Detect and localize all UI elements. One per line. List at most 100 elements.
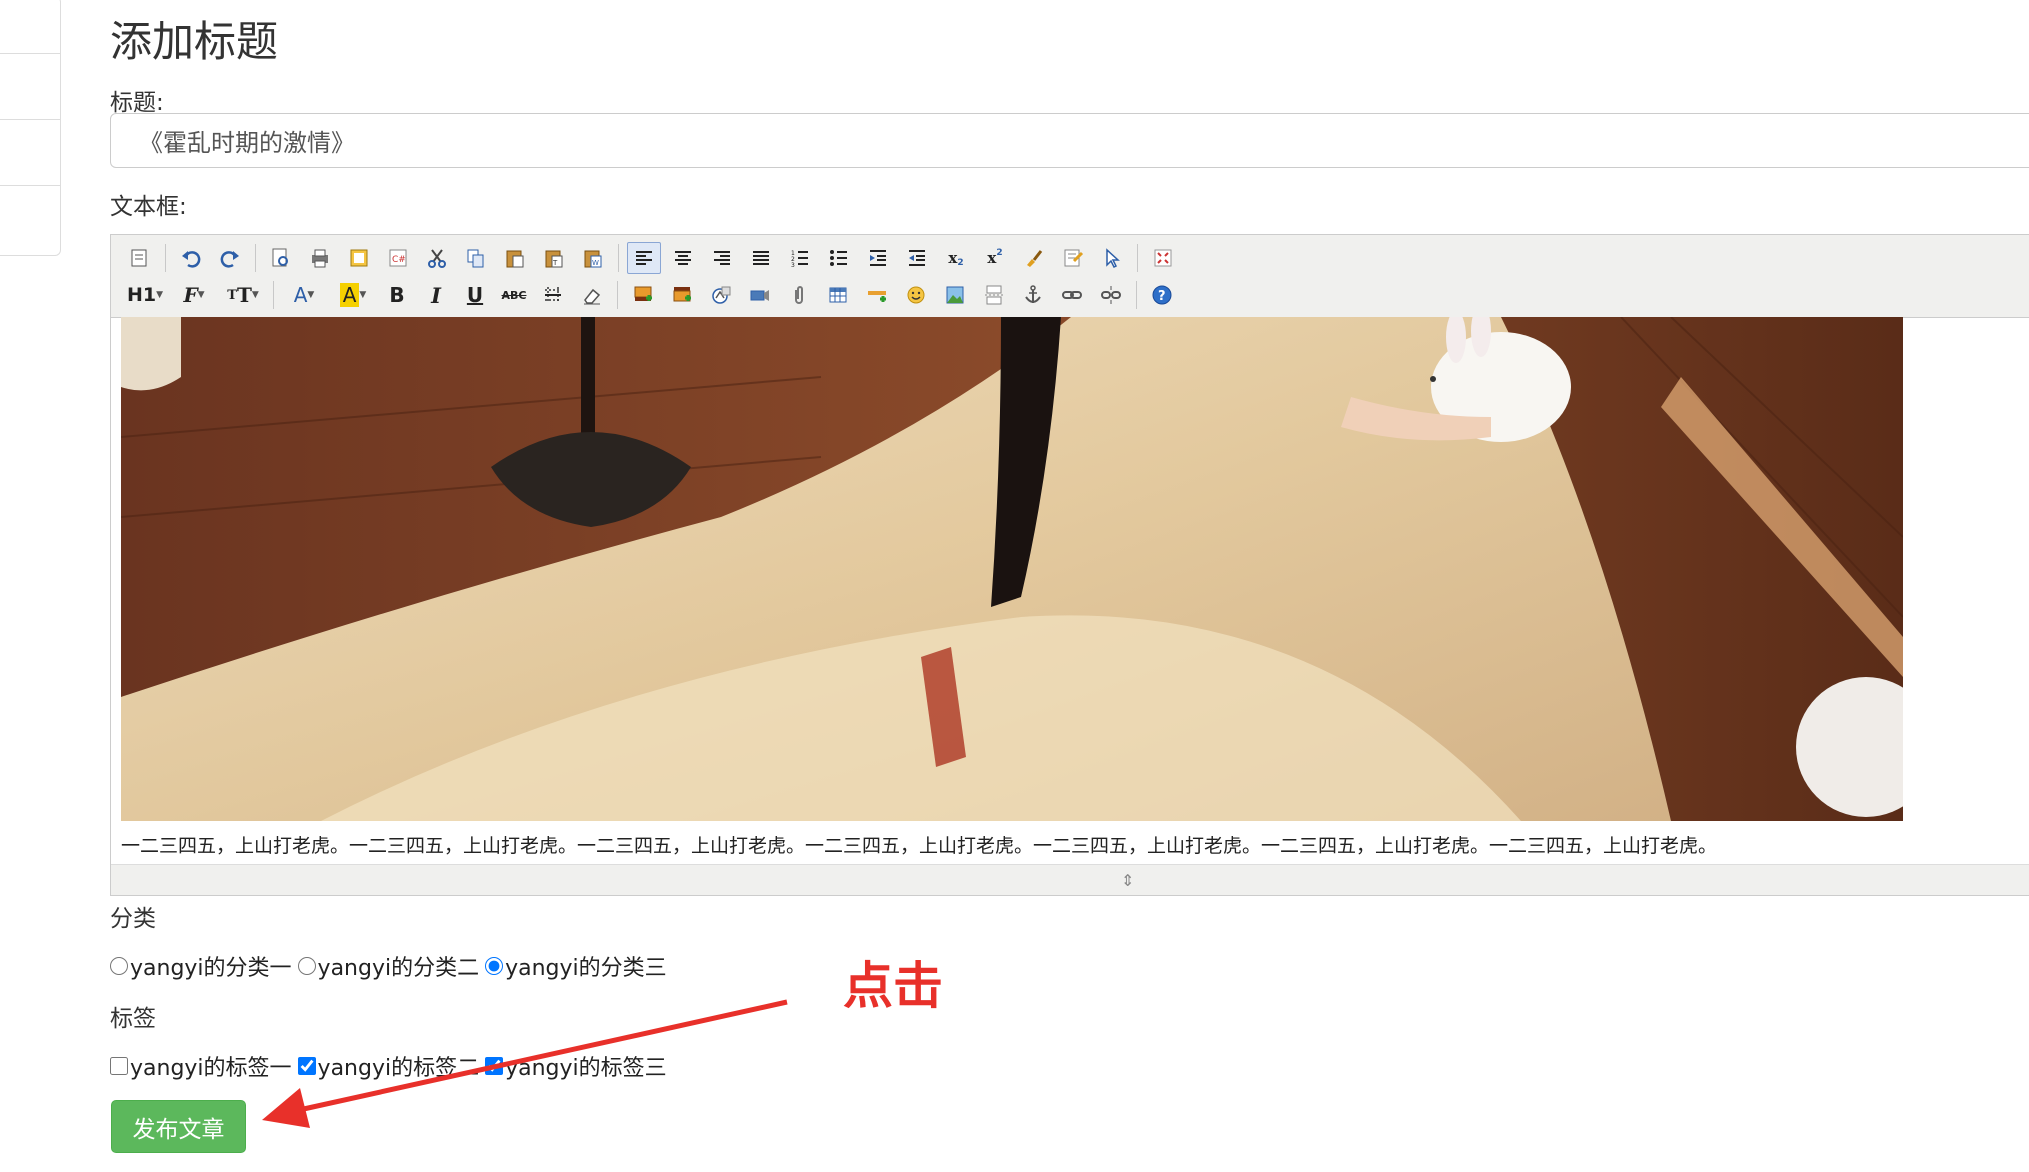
align-left-icon[interactable]	[627, 242, 661, 274]
toolbar-separator	[618, 244, 619, 272]
editor-label: 文本框:	[110, 194, 187, 220]
tag-option-1[interactable]: yangyi的标签一	[110, 1050, 292, 1082]
rich-text-editor[interactable]: C# T W 123 x2 x2 H1 ▼ F ▼ T T ▼ A ▼ A ▼ …	[110, 234, 2029, 896]
insert-image-icon[interactable]	[704, 279, 738, 311]
category-option-label: yangyi的分类一	[130, 956, 292, 981]
italic-icon[interactable]: I	[419, 279, 453, 311]
insert-video-icon[interactable]	[743, 279, 777, 311]
highlight-color-label: A	[339, 283, 360, 307]
auto-format-icon[interactable]	[1056, 242, 1090, 274]
title-input[interactable]	[110, 113, 2029, 168]
page-break-icon[interactable]	[977, 279, 1011, 311]
insert-table-icon[interactable]	[821, 279, 855, 311]
sidebar-divider	[0, 185, 60, 186]
publish-button[interactable]: 发布文章	[111, 1100, 246, 1153]
title-label: 标题:	[110, 90, 164, 116]
category-option-3[interactable]: yangyi的分类三	[485, 950, 667, 982]
svg-text:?: ?	[1158, 289, 1166, 304]
fullscreen-icon[interactable]	[1146, 242, 1180, 274]
eraser-icon[interactable]	[575, 279, 609, 311]
template-icon[interactable]	[342, 242, 376, 274]
category-radio-3[interactable]	[485, 957, 504, 975]
attachment-icon[interactable]	[782, 279, 816, 311]
indent-icon[interactable]	[861, 242, 895, 274]
italic-label: I	[431, 282, 441, 308]
editor-content[interactable]: 一二三四五，上山打老虎。一二三四五，上山打老虎。一二三四五，上山打老虎。一二三四…	[111, 317, 2029, 865]
tag-checkbox-2[interactable]	[297, 1057, 316, 1075]
underline-icon[interactable]: U	[458, 279, 492, 311]
toolbar-separator	[273, 281, 274, 309]
resize-handle-icon[interactable]: ⇕	[1121, 871, 1134, 890]
redo-icon[interactable]	[213, 242, 247, 274]
superscript-label: x	[987, 249, 997, 267]
toolbar-separator	[1137, 244, 1138, 272]
border-icon[interactable]	[536, 279, 570, 311]
paste-word-icon[interactable]: W	[576, 242, 610, 274]
superscript-icon[interactable]: x2	[978, 242, 1012, 274]
highlight-color-dropdown[interactable]: A ▼	[331, 279, 375, 311]
font-family-dropdown[interactable]: F ▼	[172, 279, 216, 311]
align-justify-icon[interactable]	[744, 242, 778, 274]
font-color-dropdown[interactable]: A ▼	[282, 279, 326, 311]
strikethrough-icon[interactable]: ABC	[497, 279, 531, 311]
tag-label: 标签	[110, 1006, 156, 1032]
outdent-icon[interactable]	[900, 242, 934, 274]
font-color-label: A	[293, 283, 308, 307]
source-code-icon[interactable]	[123, 242, 157, 274]
code-icon[interactable]: C#	[381, 242, 415, 274]
print-icon[interactable]	[303, 242, 337, 274]
paste-text-icon[interactable]: T	[537, 242, 571, 274]
category-radio-2[interactable]	[297, 957, 316, 975]
format-brush-icon[interactable]	[1017, 242, 1051, 274]
editor-paragraph: 一二三四五，上山打老虎。一二三四五，上山打老虎。一二三四五，上山打老虎。一二三四…	[121, 835, 1718, 857]
category-label: 分类	[110, 906, 156, 932]
tag-checkbox-3[interactable]	[485, 1057, 504, 1075]
emoticon-icon[interactable]	[899, 279, 933, 311]
svg-text:C#: C#	[392, 255, 406, 265]
sidebar-divider	[0, 119, 60, 120]
unordered-list-icon[interactable]	[822, 242, 856, 274]
select-all-icon[interactable]	[1095, 242, 1129, 274]
toolbar-separator	[617, 281, 618, 309]
insert-row-before-icon[interactable]	[626, 279, 660, 311]
bold-icon[interactable]: B	[380, 279, 414, 311]
horizontal-rule-icon[interactable]	[860, 279, 894, 311]
category-option-1[interactable]: yangyi的分类一	[110, 950, 292, 982]
help-icon[interactable]: ?	[1145, 279, 1179, 311]
undo-icon[interactable]	[174, 242, 208, 274]
align-center-icon[interactable]	[666, 242, 700, 274]
cut-icon[interactable]	[420, 242, 454, 274]
unlink-icon[interactable]	[1094, 279, 1128, 311]
font-size-dropdown[interactable]: T T ▼	[221, 279, 265, 311]
category-option-label: yangyi的分类二	[317, 956, 480, 981]
category-radio-1[interactable]	[110, 957, 128, 975]
tag-option-label: yangyi的标签三	[505, 1056, 667, 1081]
page-title: 添加标题	[110, 17, 279, 66]
strikethrough-label: ABC	[501, 288, 527, 302]
svg-text:W: W	[592, 259, 599, 267]
link-icon[interactable]	[1055, 279, 1089, 311]
tag-option-label: yangyi的标签一	[130, 1056, 292, 1081]
toolbar-separator	[165, 244, 166, 272]
article-image	[121, 317, 1903, 821]
tag-option-2[interactable]: yangyi的标签二	[297, 1050, 479, 1082]
ordered-list-icon[interactable]: 123	[783, 242, 817, 274]
heading-dropdown[interactable]: H1 ▼	[123, 279, 167, 311]
copy-icon[interactable]	[459, 242, 493, 274]
preview-icon[interactable]	[264, 242, 298, 274]
tag-option-3[interactable]: yangyi的标签三	[485, 1050, 667, 1082]
toolbar-separator	[1136, 281, 1137, 309]
category-option-2[interactable]: yangyi的分类二	[297, 950, 480, 982]
insert-row-after-icon[interactable]	[665, 279, 699, 311]
tag-checkbox-1[interactable]	[110, 1057, 128, 1075]
image-icon[interactable]	[938, 279, 972, 311]
tag-options: yangyi的标签一 yangyi的标签二 yangyi的标签三	[110, 1050, 673, 1082]
anchor-icon[interactable]	[1016, 279, 1050, 311]
align-right-icon[interactable]	[705, 242, 739, 274]
svg-text:T: T	[552, 259, 558, 267]
heading-label: H1	[126, 284, 157, 306]
subscript-icon[interactable]: x2	[939, 242, 973, 274]
category-option-label: yangyi的分类三	[505, 956, 667, 981]
underline-label: U	[466, 283, 484, 307]
paste-icon[interactable]	[498, 242, 532, 274]
